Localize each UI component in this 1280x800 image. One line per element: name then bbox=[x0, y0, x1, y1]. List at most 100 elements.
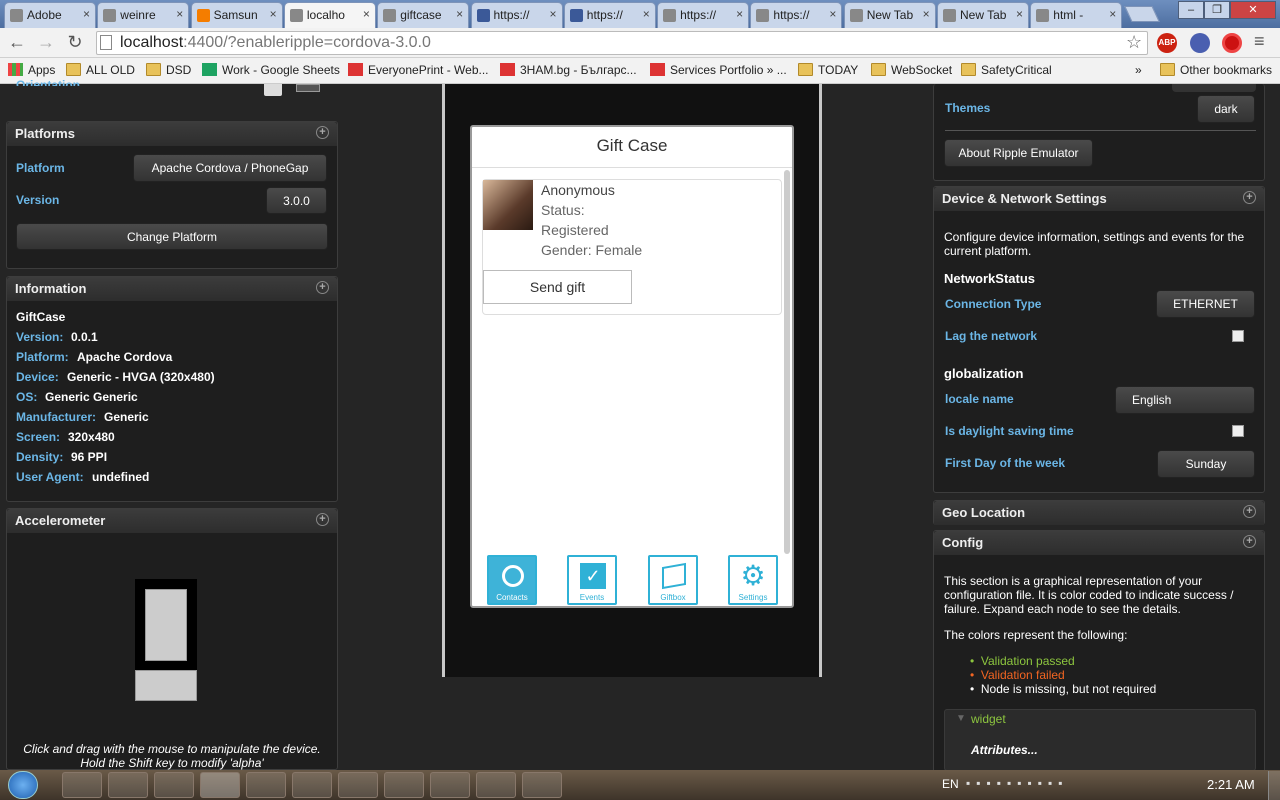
taskbar-viber-icon[interactable] bbox=[430, 772, 470, 798]
tab[interactable]: weinre × bbox=[97, 2, 190, 28]
geo-location-title[interactable]: Geo Location + bbox=[934, 501, 1264, 525]
close-tab-icon[interactable]: × bbox=[736, 7, 743, 21]
ripple-extension-icon[interactable] bbox=[1222, 33, 1242, 53]
tab[interactable]: https:// × bbox=[563, 2, 656, 28]
taskbar-teamviewer-icon[interactable] bbox=[476, 772, 516, 798]
menu-icon[interactable]: ≡ bbox=[1254, 31, 1265, 52]
expand-icon[interactable]: + bbox=[316, 281, 329, 294]
version-label: Version bbox=[16, 193, 60, 207]
close-tab-icon[interactable]: × bbox=[176, 7, 183, 21]
connection-type-select[interactable]: ETHERNET bbox=[1156, 290, 1255, 318]
bookmark-item[interactable]: SafetyCritical bbox=[961, 63, 1052, 77]
taskbar-app-icon[interactable] bbox=[384, 772, 424, 798]
tab-label: Contacts bbox=[496, 593, 528, 602]
geo-location-title-text: Geo Location bbox=[942, 505, 1026, 520]
close-tab-icon[interactable]: × bbox=[829, 7, 836, 21]
tab[interactable]: New Tab × bbox=[843, 2, 936, 28]
daylight-saving-checkbox[interactable] bbox=[1232, 425, 1244, 437]
minimize-button[interactable]: – bbox=[1178, 1, 1204, 19]
config-title[interactable]: Config + bbox=[934, 531, 1264, 555]
forward-icon[interactable]: → bbox=[35, 32, 57, 53]
close-tab-icon[interactable]: × bbox=[549, 7, 556, 21]
close-tab-icon[interactable]: × bbox=[456, 7, 463, 21]
about-ripple-button[interactable]: About Ripple Emulator bbox=[944, 139, 1093, 167]
expand-icon[interactable]: + bbox=[316, 126, 329, 139]
change-platform-button[interactable]: Change Platform bbox=[16, 223, 328, 250]
scrollbar[interactable] bbox=[784, 170, 790, 554]
other-bookmarks[interactable]: Other bookmarks bbox=[1160, 63, 1272, 77]
info-label: Version: bbox=[16, 330, 64, 344]
bookmark-item[interactable]: Work - Google Sheets bbox=[202, 63, 340, 77]
tab[interactable]: https:// × bbox=[470, 2, 563, 28]
tab[interactable]: giftcase × bbox=[377, 2, 470, 28]
tab[interactable]: https:// × bbox=[750, 2, 843, 28]
expand-icon[interactable]: + bbox=[1243, 535, 1256, 548]
expand-icon[interactable]: + bbox=[1243, 505, 1256, 518]
bookmarks-more[interactable]: » bbox=[1135, 63, 1142, 77]
portrait-icon[interactable] bbox=[264, 84, 282, 96]
bookmark-item[interactable]: WebSocket bbox=[871, 63, 952, 77]
adblock-icon[interactable]: ABP bbox=[1157, 33, 1177, 53]
tab[interactable]: https:// × bbox=[657, 2, 750, 28]
accelerometer-title[interactable]: Accelerometer + bbox=[7, 509, 337, 533]
bookmark-item[interactable]: ALL OLD bbox=[66, 63, 135, 77]
partial-button[interactable] bbox=[1172, 84, 1256, 92]
reload-icon[interactable]: ↻ bbox=[64, 32, 86, 53]
taskbar-app-icon[interactable] bbox=[522, 772, 562, 798]
first-day-select[interactable]: Sunday bbox=[1157, 450, 1255, 478]
taskbar-explorer-icon[interactable] bbox=[108, 772, 148, 798]
bookmark-item[interactable]: DSD bbox=[146, 63, 191, 77]
bookmark-item[interactable]: Apps bbox=[8, 63, 55, 77]
information-title[interactable]: Information + bbox=[7, 277, 337, 301]
bookmark-item[interactable]: Services Portfolio » ... bbox=[650, 63, 787, 77]
back-icon[interactable]: ← bbox=[6, 32, 28, 53]
tab[interactable]: html - × bbox=[1030, 2, 1123, 28]
start-button[interactable] bbox=[8, 771, 38, 799]
close-tab-icon[interactable]: × bbox=[923, 7, 930, 21]
url-host: localhost bbox=[120, 34, 184, 51]
bookmark-star-icon[interactable]: ☆ bbox=[1126, 32, 1142, 53]
taskbar-skype-icon[interactable] bbox=[154, 772, 194, 798]
taskbar-app-icon[interactable] bbox=[338, 772, 378, 798]
extension-icon[interactable] bbox=[1190, 33, 1210, 53]
tab-contacts[interactable]: Contacts bbox=[487, 555, 537, 605]
close-tab-icon[interactable]: × bbox=[643, 7, 650, 21]
platforms-title[interactable]: Platforms + bbox=[7, 122, 337, 146]
close-tab-icon[interactable]: × bbox=[1109, 7, 1116, 21]
landscape-icon[interactable] bbox=[296, 84, 320, 92]
device-network-title[interactable]: Device & Network Settings + bbox=[934, 187, 1264, 211]
tab[interactable]: localho × bbox=[283, 2, 376, 29]
version-select[interactable]: 3.0.0 bbox=[266, 187, 327, 214]
expand-icon[interactable]: + bbox=[316, 513, 329, 526]
taskbar-chrome-icon[interactable] bbox=[200, 772, 240, 798]
tab[interactable]: Samsun × bbox=[190, 2, 283, 28]
close-tab-icon[interactable]: × bbox=[1016, 7, 1023, 21]
close-window-button[interactable]: ✕ bbox=[1230, 1, 1276, 19]
show-desktop-button[interactable] bbox=[1268, 771, 1280, 800]
close-tab-icon[interactable]: × bbox=[83, 7, 90, 21]
taskbar-app-icon[interactable] bbox=[246, 772, 286, 798]
collapse-icon[interactable]: ▼ bbox=[956, 713, 966, 724]
tab[interactable]: New Tab × bbox=[937, 2, 1029, 28]
tab-giftbox[interactable]: Giftbox bbox=[648, 555, 698, 605]
platform-select[interactable]: Apache Cordova / PhoneGap bbox=[133, 154, 327, 182]
close-tab-icon[interactable]: × bbox=[363, 7, 370, 21]
tab-events[interactable]: ✓ Events bbox=[567, 555, 617, 605]
bookmark-item[interactable]: EveryonePrint - Web... bbox=[348, 63, 489, 77]
lag-network-checkbox[interactable] bbox=[1232, 330, 1244, 342]
language-indicator[interactable]: EN bbox=[942, 777, 959, 791]
taskbar-vs-icon[interactable] bbox=[62, 772, 102, 798]
send-gift-button[interactable]: Send gift bbox=[483, 270, 632, 304]
bookmark-item[interactable]: 3HAM.bg - Българс... bbox=[500, 63, 637, 77]
bookmark-item[interactable]: TODAY bbox=[798, 63, 858, 77]
maximize-button[interactable]: ❐ bbox=[1204, 1, 1230, 19]
tab-settings[interactable]: ⚙ Settings bbox=[728, 555, 778, 605]
clock[interactable]: 2:21 AM bbox=[1207, 777, 1255, 792]
locale-select[interactable]: English bbox=[1115, 386, 1255, 414]
expand-icon[interactable]: + bbox=[1243, 191, 1256, 204]
tray-icons[interactable]: ▪▪▪▪▪▪▪▪▪▪ bbox=[966, 776, 1186, 792]
taskbar-cmd-icon[interactable] bbox=[292, 772, 332, 798]
tab[interactable]: Adobe × bbox=[4, 2, 96, 28]
themes-select[interactable]: dark bbox=[1197, 95, 1255, 123]
close-tab-icon[interactable]: × bbox=[270, 7, 277, 21]
